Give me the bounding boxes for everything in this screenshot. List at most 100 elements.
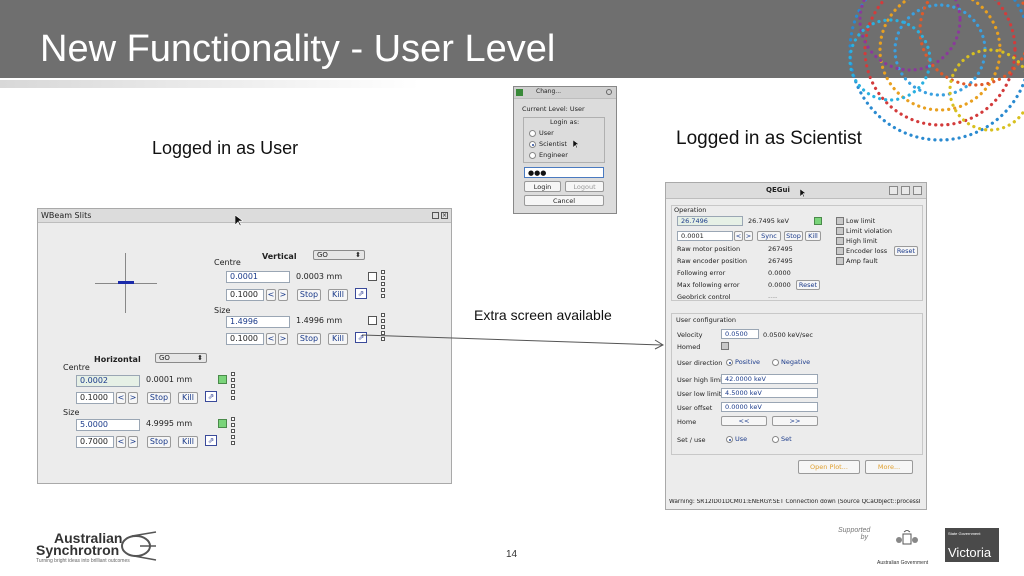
login-title: Chang... xyxy=(536,88,562,95)
energy-decrement-button[interactable]: < xyxy=(734,231,743,241)
horizontal-centre-status-led xyxy=(218,375,227,384)
energy-increment-button[interactable]: > xyxy=(744,231,753,241)
home-forward-button[interactable]: >> xyxy=(772,416,818,426)
raw-motor-value: 267495 xyxy=(768,245,793,253)
vertical-size-decrement-button[interactable]: < xyxy=(266,333,276,345)
status-bar: Warning: SR12ID01DCM01:ENERGY:SET Connec… xyxy=(669,499,921,505)
status-bit xyxy=(231,390,235,394)
horizontal-centre-stop-button[interactable]: Stop xyxy=(147,392,171,404)
home-reverse-button[interactable]: << xyxy=(721,416,767,426)
close-icon[interactable] xyxy=(913,186,922,195)
homed-label: Homed xyxy=(677,343,701,351)
energy-setpoint[interactable]: 26.7496 xyxy=(677,216,743,226)
energy-step[interactable]: 0.0001 xyxy=(677,231,733,241)
horizontal-size-stop-button[interactable]: Stop xyxy=(147,436,171,448)
cancel-button[interactable]: Cancel xyxy=(524,195,604,206)
velocity-input[interactable]: 0.0500 xyxy=(721,329,759,339)
vertical-mode-select[interactable]: GO ⬍ xyxy=(313,250,365,260)
energy-readback: 26.7495 keV xyxy=(748,217,789,225)
encoder-loss-reset-button[interactable]: Reset xyxy=(894,246,918,256)
horizontal-mode-value: GO xyxy=(159,354,170,362)
spinner-arrows-icon: ⬍ xyxy=(355,251,361,259)
vertical-size-kill-button[interactable]: Kill xyxy=(328,333,348,345)
energy-status-led xyxy=(814,217,822,225)
login-button[interactable]: Login xyxy=(524,181,561,192)
user-offset-label: User offset xyxy=(677,404,713,412)
vertical-label: Vertical xyxy=(262,252,297,261)
radio-positive[interactable] xyxy=(726,359,733,366)
user-high-limit-label: User high limit xyxy=(677,376,725,384)
status-bit xyxy=(381,325,385,329)
horizontal-centre-setpoint[interactable]: 0.0002 xyxy=(76,375,140,387)
user-high-limit-input[interactable]: 42.0000 keV xyxy=(721,374,818,384)
max-following-value: 0.0000 xyxy=(768,281,791,289)
radio-user[interactable] xyxy=(529,130,536,137)
password-input[interactable]: ●●● xyxy=(524,167,604,178)
close-icon[interactable] xyxy=(606,89,612,95)
energy-kill-button[interactable]: Kill xyxy=(805,231,821,241)
status-bit xyxy=(231,417,235,421)
restore-icon[interactable] xyxy=(432,212,439,219)
horizontal-size-setpoint[interactable]: 5.0000 xyxy=(76,419,140,431)
login-titlebar: Chang... xyxy=(514,87,616,99)
caption-extra-screen: Extra screen available xyxy=(474,307,612,323)
encoder-loss-label: Encoder loss xyxy=(846,247,888,255)
status-bit xyxy=(231,372,235,376)
external-link-icon[interactable]: ⇗ xyxy=(355,288,367,299)
vertical-centre-setpoint[interactable]: 0.0001 xyxy=(226,271,290,283)
radio-scientist[interactable] xyxy=(529,141,536,148)
user-low-limit-input[interactable]: 4.5000 keV xyxy=(721,388,818,398)
horizontal-size-label: Size xyxy=(63,408,80,417)
open-plot-button[interactable]: Open Plot... xyxy=(798,460,860,474)
horizontal-centre-decrement-button[interactable]: < xyxy=(116,392,126,404)
user-offset-input[interactable]: 0.0000 keV xyxy=(721,402,818,412)
following-error-label: Following error xyxy=(677,269,726,277)
page-number: 14 xyxy=(506,549,518,560)
max-following-reset-button[interactable]: Reset xyxy=(796,280,820,290)
logout-button[interactable]: Logout xyxy=(565,181,604,192)
horizontal-centre-kill-button[interactable]: Kill xyxy=(178,392,198,404)
vertical-centre-decrement-button[interactable]: < xyxy=(266,289,276,301)
radio-negative[interactable] xyxy=(772,359,779,366)
radio-set[interactable] xyxy=(772,436,779,443)
horizontal-size-increment-button[interactable]: > xyxy=(128,436,138,448)
vertical-size-setpoint[interactable]: 1.4996 xyxy=(226,316,290,328)
external-link-icon[interactable]: ⇗ xyxy=(205,391,217,402)
vertical-centre-step[interactable]: 0.1000 xyxy=(226,289,264,301)
minimize-icon[interactable] xyxy=(889,186,898,195)
vertical-size-stop-button[interactable]: Stop xyxy=(297,333,321,345)
horizontal-size-decrement-button[interactable]: < xyxy=(116,436,126,448)
radio-engineer[interactable] xyxy=(529,152,536,159)
horizontal-size-status-led xyxy=(218,419,227,428)
logo-line2: Synchrotron xyxy=(36,542,120,558)
horizontal-size-step[interactable]: 0.7000 xyxy=(76,436,114,448)
raw-encoder-label: Raw encoder position xyxy=(677,257,748,265)
horizontal-centre-readback: 0.0001 mm xyxy=(146,375,193,384)
maximize-icon[interactable] xyxy=(901,186,910,195)
vertical-centre-increment-button[interactable]: > xyxy=(278,289,288,301)
vertical-centre-kill-button[interactable]: Kill xyxy=(328,289,348,301)
radio-use[interactable] xyxy=(726,436,733,443)
home-label: Home xyxy=(677,418,697,426)
vertical-mode-value: GO xyxy=(317,251,328,259)
energy-sync-button[interactable]: Sync xyxy=(757,231,781,241)
vertical-centre-stop-button[interactable]: Stop xyxy=(297,289,321,301)
current-level-text: Current Level: User xyxy=(522,105,585,113)
amp-fault-indicator xyxy=(836,257,844,265)
vertical-size-step[interactable]: 0.1000 xyxy=(226,333,264,345)
vertical-size-increment-button[interactable]: > xyxy=(278,333,288,345)
victoria-logo: State Government Victoria xyxy=(945,528,999,562)
horizontal-centre-step[interactable]: 0.1000 xyxy=(76,392,114,404)
close-icon[interactable]: × xyxy=(441,212,448,219)
more-button[interactable]: More... xyxy=(865,460,913,474)
status-bit xyxy=(231,429,235,433)
horizontal-mode-select[interactable]: GO ⬍ xyxy=(155,353,207,363)
horizontal-centre-increment-button[interactable]: > xyxy=(128,392,138,404)
status-bit xyxy=(231,441,235,445)
low-limit-indicator xyxy=(836,217,844,225)
slide: New Functionality - User Level Logged in… xyxy=(0,0,1024,576)
horizontal-size-kill-button[interactable]: Kill xyxy=(178,436,198,448)
qegui-titlebar: QEGui xyxy=(666,183,926,199)
external-link-icon[interactable]: ⇗ xyxy=(205,435,217,446)
energy-stop-button[interactable]: Stop xyxy=(784,231,803,241)
